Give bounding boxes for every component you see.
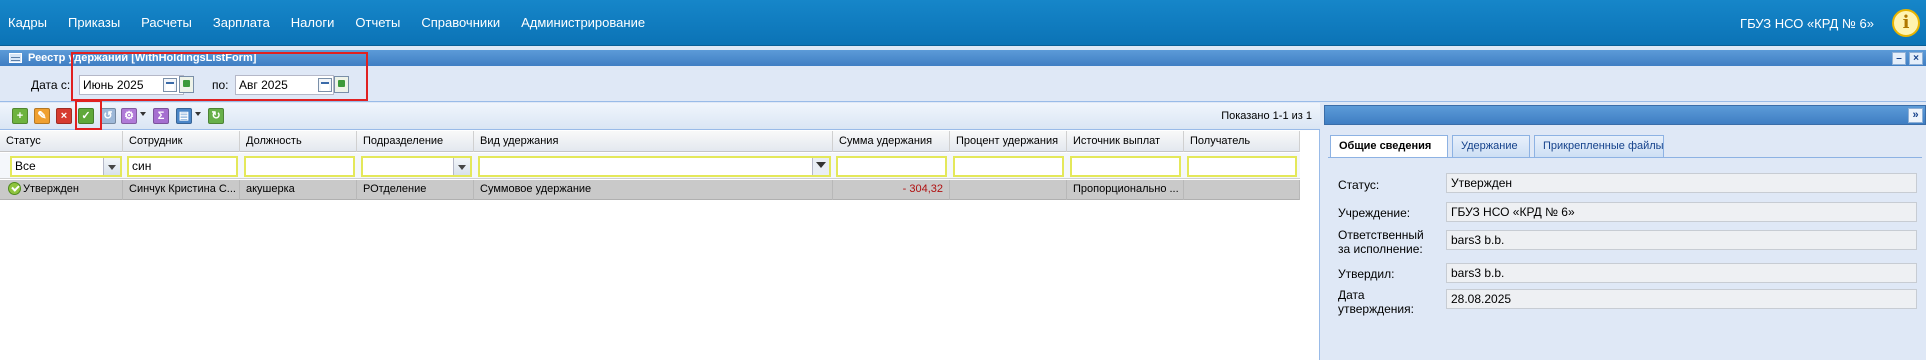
field-label-institution: Учреждение: (1338, 206, 1411, 220)
general-info-form: Статус: Утвержден Учреждение: ГБУЗ НСО «… (1328, 157, 1922, 360)
grid-icon (9, 53, 22, 63)
column-header-withholding-type[interactable]: Вид удержания (474, 131, 833, 152)
main-menu: Кадры Приказы Расчеты Зарплата Налоги От… (8, 15, 666, 30)
delete-button[interactable]: × (56, 108, 72, 124)
records-shown-count: Показано 1-1 из 1 (1221, 110, 1312, 122)
field-value-approval-date: 28.08.2025 (1446, 289, 1917, 309)
details-panel-header: » (1324, 105, 1926, 125)
edit-button[interactable]: ✎ (34, 108, 50, 124)
print-button[interactable]: ▤ (176, 108, 192, 124)
field-label-status: Статус: (1338, 178, 1380, 192)
status-filter-value: Все (15, 159, 36, 173)
grid-filter-row: Все син (0, 153, 1300, 179)
column-header-department[interactable]: Подразделение (357, 131, 474, 152)
cell-recipient (1184, 180, 1300, 200)
field-value-approved-by: bars3 b.b. (1446, 263, 1917, 283)
highlight-box-dates (71, 52, 368, 101)
tab-withholding[interactable]: Удержание (1452, 135, 1530, 157)
print-dropdown-arrow-icon[interactable] (195, 112, 201, 116)
sum-button[interactable]: Σ (153, 108, 169, 124)
field-label-approved-by: Утвердил: (1338, 267, 1395, 281)
cancel-approve-button[interactable]: ↺ (100, 108, 116, 124)
date-from-label: Дата с: (31, 78, 71, 92)
minimize-button[interactable]: – (1892, 52, 1906, 65)
column-header-payment-source[interactable]: Источник выплат (1067, 131, 1184, 152)
grid-header-row: Статус Сотрудник Должность Подразделение… (0, 131, 1300, 152)
menu-item-zarplata[interactable]: Зарплата (213, 15, 270, 30)
field-label-approval-date: Дата утверждения: (1338, 288, 1414, 316)
withholdings-grid-panel: + ✎ × ✓ ↺ ⚙ Σ ▤ ↻ Показано 1-1 из 1 Стат… (0, 100, 1320, 360)
menu-item-spravochniki[interactable]: Справочники (421, 15, 500, 30)
approved-status-icon (8, 182, 21, 195)
recipient-filter-input[interactable] (1187, 156, 1297, 177)
payment-source-filter-input[interactable] (1070, 156, 1181, 177)
details-panel: » Общие сведения Удержание Прикрепленные… (1324, 103, 1926, 360)
cell-status: Утвержден (0, 180, 123, 200)
expand-panel-button[interactable]: » (1908, 108, 1923, 123)
column-header-position[interactable]: Должность (240, 131, 357, 152)
tab-general[interactable]: Общие сведения (1330, 135, 1448, 158)
table-row[interactable]: Утвержден Синчук Кристина С... акушерка … (0, 180, 1300, 200)
field-value-institution: ГБУЗ НСО «КРД № 6» (1446, 202, 1917, 222)
top-menu-bar: Кадры Приказы Расчеты Зарплата Налоги От… (0, 0, 1926, 46)
cell-amount: - 304,32 (833, 180, 950, 200)
department-filter-select[interactable] (361, 156, 472, 177)
menu-item-raschety[interactable]: Расчеты (141, 15, 192, 30)
actions-menu-button[interactable]: ⚙ (121, 108, 137, 124)
column-header-recipient[interactable]: Получатель (1184, 131, 1300, 152)
close-button[interactable]: × (1909, 52, 1923, 65)
menu-item-nalogi[interactable]: Налоги (291, 15, 335, 30)
field-label-responsible: Ответственный за исполнение: (1338, 228, 1424, 256)
status-filter-select[interactable]: Все (10, 156, 122, 177)
withholding-type-filter-input[interactable] (478, 156, 831, 177)
organization-name: ГБУЗ НСО «КРД № 6» (1740, 16, 1874, 31)
menu-item-administrirovanie[interactable]: Администрирование (521, 15, 645, 30)
cell-position: акушерка (240, 180, 357, 200)
cell-withholding-type: Суммовое удержание (474, 180, 833, 200)
percent-filter-input[interactable] (953, 156, 1064, 177)
column-header-employee[interactable]: Сотрудник (123, 131, 240, 152)
cell-employee: Синчук Кристина С... (123, 180, 240, 200)
amount-filter-input[interactable] (836, 156, 947, 177)
chevron-down-icon[interactable] (103, 158, 120, 175)
actions-dropdown-arrow-icon[interactable] (140, 112, 146, 116)
cell-percent (950, 180, 1067, 200)
highlight-box-approve (75, 100, 102, 130)
cell-department: РОтделение (357, 180, 474, 200)
status-text: Утвержден (23, 183, 79, 195)
refresh-button[interactable]: ↻ (208, 108, 224, 124)
field-value-responsible: bars3 b.b. (1446, 230, 1917, 250)
filter-icon[interactable] (812, 158, 829, 175)
position-filter-input[interactable] (244, 156, 355, 177)
menu-item-prikazy[interactable]: Приказы (68, 15, 120, 30)
menu-item-otchety[interactable]: Отчеты (355, 15, 400, 30)
column-header-amount[interactable]: Сумма удержания (833, 131, 950, 152)
cell-payment-source: Пропорционально ... (1067, 180, 1184, 200)
field-value-status: Утвержден (1446, 173, 1917, 193)
add-button[interactable]: + (12, 108, 28, 124)
column-header-percent[interactable]: Процент удержания (950, 131, 1067, 152)
info-icon[interactable]: i (1892, 9, 1920, 37)
chevron-down-icon[interactable] (453, 158, 470, 175)
grid-toolbar: + ✎ × ✓ ↺ ⚙ Σ ▤ ↻ Показано 1-1 из 1 (0, 103, 1320, 130)
column-header-status[interactable]: Статус (0, 131, 123, 152)
employee-filter-input[interactable]: син (127, 156, 238, 177)
menu-item-kadry[interactable]: Кадры (8, 15, 47, 30)
tab-attached-files[interactable]: Прикрепленные файлы (1534, 135, 1664, 157)
